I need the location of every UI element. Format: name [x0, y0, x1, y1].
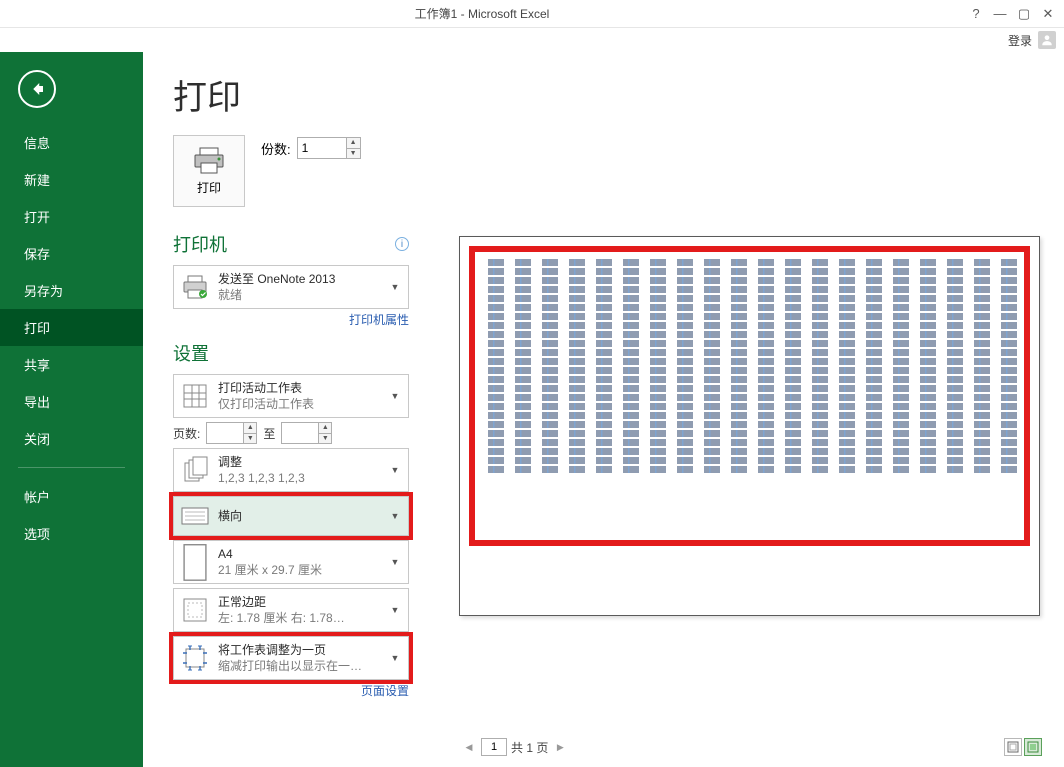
print-range-dropdown[interactable]: 打印活动工作表 仅打印活动工作表 ▼ [173, 374, 409, 418]
next-page-button[interactable]: ▶ [552, 739, 568, 755]
info-icon[interactable]: i [395, 237, 409, 251]
close-button[interactable]: ✕ [1036, 4, 1060, 24]
collate-icon [180, 455, 210, 485]
printer-section-heading: 打印机 i [173, 231, 409, 257]
copies-label: 份数: [261, 139, 291, 158]
current-page-input[interactable] [481, 738, 507, 756]
preview-page [459, 236, 1040, 616]
chevron-down-icon: ▼ [388, 653, 402, 663]
page-setup-link[interactable]: 页面设置 [361, 684, 409, 698]
sidebar-item-info[interactable]: 信息 [0, 124, 143, 161]
page-navigator: ◀ 共 1 页 ▶ [461, 738, 568, 756]
print-action-row: 打印 份数: ▲▼ [173, 135, 409, 207]
backstage-sidebar: 信息 新建 打开 保存 另存为 打印 共享 导出 关闭 帐户 选项 [0, 52, 143, 767]
sheet-icon [180, 381, 210, 411]
copies-input[interactable] [298, 138, 346, 158]
chevron-down-icon: ▼ [388, 557, 402, 567]
title-bar: 工作簿1 - Microsoft Excel ? — ▢ ✕ [0, 0, 1064, 28]
chevron-down-icon: ▼ [388, 465, 402, 475]
avatar-icon[interactable] [1038, 31, 1056, 49]
window-controls: ? — ▢ ✕ [964, 4, 1064, 24]
scaling-highlight: 将工作表调整为一页 缩减打印输出以显示在一… ▼ [173, 636, 409, 680]
sidebar-item-account[interactable]: 帐户 [0, 478, 143, 515]
sidebar-item-share[interactable]: 共享 [0, 346, 143, 383]
scaling-dropdown[interactable]: 将工作表调整为一页 缩减打印输出以显示在一… ▼ [173, 636, 409, 680]
printer-dropdown[interactable]: 发送至 OneNote 2013 就绪 ▼ [173, 265, 409, 309]
help-icon[interactable]: ? [964, 4, 988, 24]
landscape-icon [180, 501, 210, 531]
copies-spinner[interactable]: ▲▼ [346, 138, 360, 158]
chevron-down-icon: ▼ [388, 605, 402, 615]
paper-size-dropdown[interactable]: A4 21 厘米 x 29.7 厘米 ▼ [173, 540, 409, 584]
sidebar-items: 信息 新建 打开 保存 另存为 打印 共享 导出 关闭 帐户 选项 [0, 124, 143, 552]
printer-status: 就绪 [218, 287, 388, 303]
login-link[interactable]: 登录 [1008, 32, 1032, 49]
page-total-label: 共 1 页 [511, 739, 548, 756]
minimize-button[interactable]: — [988, 4, 1012, 24]
preview-area [441, 100, 1046, 729]
sidebar-item-new[interactable]: 新建 [0, 161, 143, 198]
margins-dropdown[interactable]: 正常边距 左: 1.78 厘米 右: 1.78… ▼ [173, 588, 409, 632]
backstage-content: 打印 打印 份数: ▲▼ 打印机 i [143, 52, 1064, 767]
copies-control: 份数: ▲▼ [261, 137, 361, 159]
sidebar-item-save[interactable]: 保存 [0, 235, 143, 272]
orientation-highlight: 横向 ▼ [173, 496, 409, 536]
sidebar-item-open[interactable]: 打开 [0, 198, 143, 235]
page-range-row: 页数: ▲▼ 至 ▲▼ [173, 422, 409, 444]
copies-spinbox[interactable]: ▲▼ [297, 137, 361, 159]
prev-page-button[interactable]: ◀ [461, 739, 477, 755]
printer-properties-link[interactable]: 打印机属性 [349, 313, 409, 327]
back-button[interactable] [18, 70, 56, 108]
sidebar-item-close[interactable]: 关闭 [0, 420, 143, 457]
account-bar: 登录 [0, 28, 1064, 52]
print-settings-panel: 打印 打印 份数: ▲▼ 打印机 i [143, 52, 423, 767]
restore-button[interactable]: ▢ [1012, 4, 1036, 24]
zoom-to-page-button[interactable] [1024, 738, 1042, 756]
print-button[interactable]: 打印 [173, 135, 245, 207]
page-title: 打印 [173, 70, 409, 119]
printer-icon [192, 147, 226, 175]
preview-footer: ◀ 共 1 页 ▶ [441, 733, 1046, 761]
collate-dropdown[interactable]: 调整 1,2,3 1,2,3 1,2,3 ▼ [173, 448, 409, 492]
page-to-input[interactable]: ▲▼ [281, 422, 332, 444]
fit-to-page-icon [180, 643, 210, 673]
show-margins-button[interactable] [1004, 738, 1022, 756]
sidebar-separator [18, 467, 125, 468]
margins-icon [180, 595, 210, 625]
settings-section-heading: 设置 [173, 340, 409, 366]
chevron-down-icon: ▼ [388, 282, 402, 292]
window-title: 工作簿1 - Microsoft Excel [0, 5, 964, 22]
printer-device-icon [180, 272, 210, 302]
print-button-label: 打印 [197, 179, 221, 196]
sidebar-item-print[interactable]: 打印 [0, 309, 143, 346]
printer-name: 发送至 OneNote 2013 [218, 271, 388, 287]
chevron-down-icon: ▼ [388, 391, 402, 401]
preview-content [488, 259, 1017, 593]
page-icon [180, 547, 210, 577]
sidebar-item-saveas[interactable]: 另存为 [0, 272, 143, 309]
pages-to-label: 至 [263, 425, 275, 442]
zoom-controls [1004, 738, 1042, 756]
backstage-main: 信息 新建 打开 保存 另存为 打印 共享 导出 关闭 帐户 选项 打印 打印 [0, 52, 1064, 767]
orientation-dropdown[interactable]: 横向 ▼ [173, 496, 409, 536]
print-preview-panel: ◀ 共 1 页 ▶ [423, 52, 1064, 767]
page-from-input[interactable]: ▲▼ [206, 422, 257, 444]
pages-label: 页数: [173, 425, 200, 442]
sidebar-item-options[interactable]: 选项 [0, 515, 143, 552]
chevron-down-icon: ▼ [388, 511, 402, 521]
sidebar-item-export[interactable]: 导出 [0, 383, 143, 420]
